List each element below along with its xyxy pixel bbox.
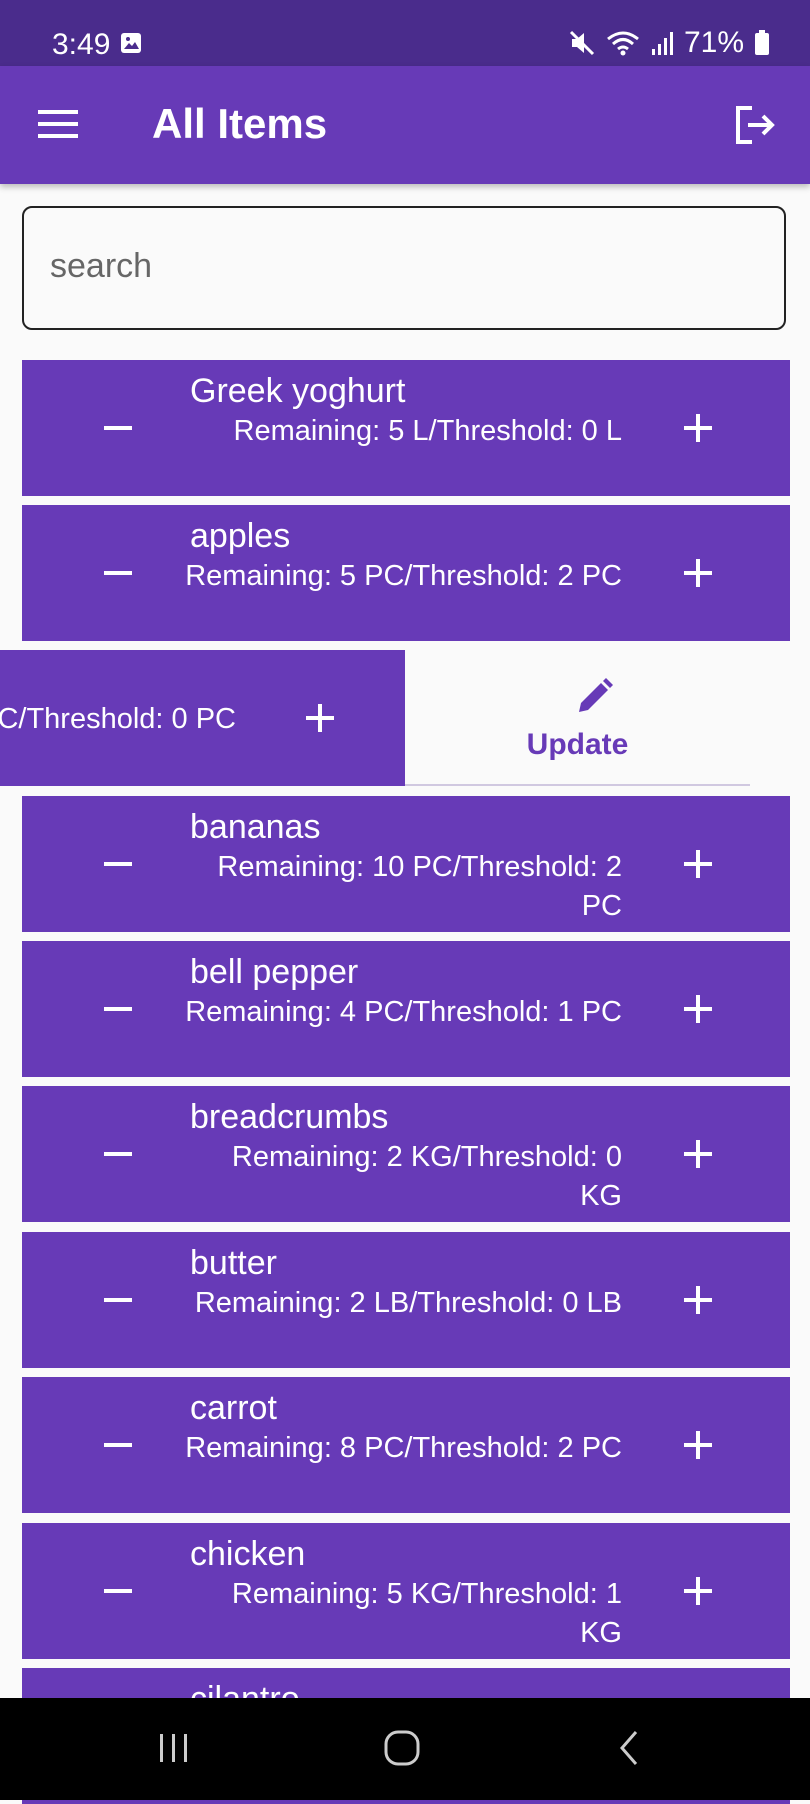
item-list: Greek yoghurt Remaining: 5 L/Threshold: … — [0, 0, 810, 1804]
increment-button[interactable] — [670, 400, 726, 456]
item-name: carrot — [190, 1389, 277, 1427]
list-item[interactable]: carrot Remaining: 8 PC/Threshold: 2 PC — [22, 1377, 790, 1513]
system-nav-bar — [0, 1698, 810, 1800]
back-icon[interactable] — [614, 1728, 644, 1768]
list-item[interactable]: butter Remaining: 2 LB/Threshold: 0 LB — [22, 1232, 790, 1368]
increment-button[interactable] — [292, 690, 348, 746]
decrement-button[interactable] — [90, 1563, 146, 1619]
update-action[interactable]: Update — [405, 650, 750, 786]
item-name: Greek yoghurt — [190, 372, 406, 410]
increment-button[interactable] — [670, 836, 726, 892]
item-name: breadcrumbs — [190, 1098, 389, 1136]
item-detail: PC/Threshold: 0 PC — [0, 703, 236, 735]
list-item[interactable]: breadcrumbs Remaining: 2 KG/Threshold: 0… — [22, 1086, 790, 1222]
decrement-button[interactable] — [90, 400, 146, 456]
item-name: butter — [190, 1244, 277, 1282]
item-name: chicken — [190, 1535, 306, 1573]
item-detail: Remaining: 5 KG/Threshold: 1 KG — [231, 1578, 622, 1649]
swiped-list-item[interactable]: PC/Threshold: 0 PC — [0, 650, 405, 786]
item-name: bananas — [190, 808, 321, 846]
item-detail: Remaining: 4 PC/Threshold: 1 PC — [185, 996, 622, 1028]
list-item[interactable]: bananas Remaining: 10 PC/Threshold: 2 PC — [22, 796, 790, 932]
list-item[interactable]: apples Remaining: 5 PC/Threshold: 2 PC — [22, 505, 790, 641]
item-detail: Remaining: 2 LB/Threshold: 0 LB — [194, 1287, 622, 1319]
item-detail: Remaining: 10 PC/Threshold: 2 PC — [217, 851, 622, 922]
increment-button[interactable] — [670, 1126, 726, 1182]
item-name: bell pepper — [190, 953, 359, 991]
item-detail: Remaining: 2 KG/Threshold: 0 KG — [231, 1141, 622, 1212]
home-icon[interactable] — [382, 1728, 422, 1768]
item-detail: Remaining: 5 L/Threshold: 0 L — [233, 415, 623, 447]
increment-button[interactable] — [670, 1417, 726, 1473]
decrement-button[interactable] — [90, 545, 146, 601]
decrement-button[interactable] — [90, 981, 146, 1037]
list-item[interactable]: chicken Remaining: 5 KG/Threshold: 1 KG — [22, 1523, 790, 1659]
item-name: apples — [190, 517, 291, 555]
decrement-button[interactable] — [90, 1126, 146, 1182]
update-label: Update — [526, 728, 629, 761]
recent-apps-icon[interactable] — [156, 1728, 192, 1768]
list-item[interactable]: bell pepper Remaining: 4 PC/Threshold: 1… — [22, 941, 790, 1077]
increment-button[interactable] — [670, 1272, 726, 1328]
increment-button[interactable] — [670, 981, 726, 1037]
pencil-icon — [579, 678, 613, 712]
decrement-button[interactable] — [90, 1272, 146, 1328]
item-detail: Remaining: 8 PC/Threshold: 2 PC — [185, 1432, 622, 1464]
decrement-button[interactable] — [90, 1417, 146, 1473]
increment-button[interactable] — [670, 1563, 726, 1619]
item-detail: Remaining: 5 PC/Threshold: 2 PC — [185, 560, 622, 592]
list-item[interactable]: Greek yoghurt Remaining: 5 L/Threshold: … — [22, 360, 790, 496]
decrement-button[interactable] — [90, 836, 146, 892]
increment-button[interactable] — [670, 545, 726, 601]
